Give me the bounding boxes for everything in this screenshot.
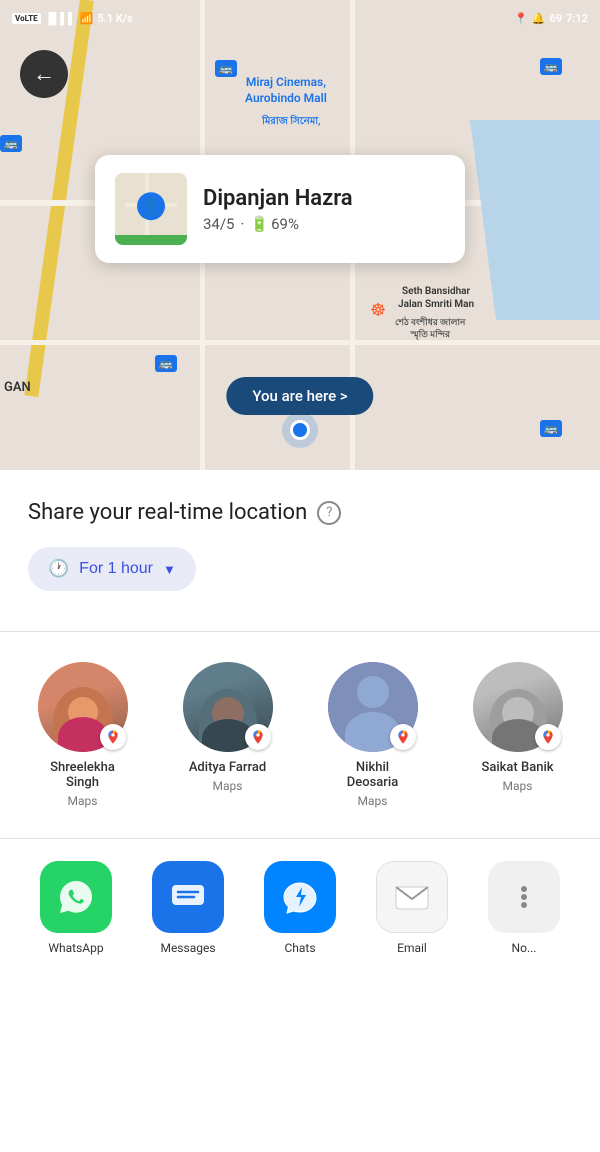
avatar-green-bar [115, 235, 187, 245]
more-icon [488, 861, 560, 933]
maps-badge-0 [100, 724, 126, 750]
status-left: VoLTE ▐▌▌▌ 📶 5.1 K/s [12, 12, 133, 25]
contact-avatar-1 [183, 662, 273, 752]
volte-badge: VoLTE [12, 13, 41, 24]
duration-button[interactable]: 🕐 For 1 hour ▼ [28, 547, 196, 591]
chats-icon [264, 861, 336, 933]
signal-strength: ▐▌▌▌ [45, 12, 76, 25]
contact-detail-card: 34/5 · 🔋 69% [203, 215, 353, 233]
app-item-chats[interactable]: Chats [264, 861, 336, 955]
whatsapp-icon [40, 861, 112, 933]
contact-avatar-card: 👤 [115, 173, 187, 245]
contacts-grid: ShreelekhaSingh Maps [0, 662, 600, 808]
map-temple-icon: ☸ [370, 300, 386, 321]
app-item-email[interactable]: Email [376, 861, 448, 955]
app-label-messages: Messages [160, 941, 215, 955]
avatar-map-bg: 👤 [115, 173, 187, 245]
map-road-h2 [0, 340, 600, 345]
location-info-card: 👤 Dipanjan Hazra 34/5 · 🔋 69% [95, 155, 465, 263]
notification-icon: 🔔 [532, 12, 546, 25]
duration-label: For 1 hour [79, 560, 153, 578]
contact-name-card: Dipanjan Hazra [203, 186, 353, 211]
maps-badge-1 [245, 724, 271, 750]
time-display: 7:12 [566, 12, 588, 25]
location-icon: 📍 [514, 12, 528, 25]
map-bus-5: 🚌 [540, 420, 562, 437]
battery-icon: 🔋 69% [250, 215, 299, 233]
speed-indicator: 5.1 K/s [97, 12, 132, 25]
dot-separator: · [240, 215, 244, 233]
contact-app-3: Maps [503, 779, 533, 793]
contact-score: 34/5 [203, 215, 234, 233]
app-item-more[interactable]: No... [488, 861, 560, 955]
contacts-section: ShreelekhaSingh Maps [0, 652, 600, 828]
contact-item-1[interactable]: Aditya Farrad Maps [183, 662, 273, 808]
map-place-seth: Seth BansidharJalan Smriti Man [398, 285, 474, 311]
clock-icon: 🕐 [48, 559, 69, 579]
status-bar: VoLTE ▐▌▌▌ 📶 5.1 K/s 📍 🔔 69 7:12 [0, 0, 600, 36]
contact-item-0[interactable]: ShreelekhaSingh Maps [38, 662, 128, 808]
contact-app-2: Maps [358, 794, 388, 808]
app-label-more: No... [512, 941, 537, 955]
contact-item-2[interactable]: NikhilDeosaria Maps [328, 662, 418, 808]
status-right: 📍 🔔 69 7:12 [514, 12, 588, 25]
map-bus-3: 🚌 [155, 355, 177, 372]
battery-level: 69 [550, 12, 563, 25]
you-are-here-label: You are here > [252, 387, 347, 405]
app-item-whatsapp[interactable]: WhatsApp [40, 861, 112, 955]
contact-avatar-0 [38, 662, 128, 752]
back-button[interactable]: ← [20, 50, 68, 98]
map-place-cinemas: Miraj Cinemas,Aurobindo Mall [245, 75, 327, 106]
map-place-cinemas-bn: মিরাজ সিনেমা, [262, 115, 321, 128]
contact-name-2: NikhilDeosaria [347, 760, 398, 790]
share-title-text: Share your real-time location [28, 500, 307, 525]
messages-icon [152, 861, 224, 933]
apps-grid: WhatsApp Messages Chats [10, 861, 590, 955]
battery-percent: 69% [271, 215, 299, 233]
location-dot [290, 420, 310, 440]
maps-badge-2 [390, 724, 416, 750]
map-place-seth-bn: শেঠ বংশীধর জালানস্মৃতি মন্দির [395, 318, 465, 341]
share-title: Share your real-time location ? [28, 500, 572, 525]
map-section: Miraj Cinemas,Aurobindo Mall মিরাজ সিনেম… [0, 0, 600, 470]
contact-item-3[interactable]: Saikat Banik Maps [473, 662, 563, 808]
wifi-icon: 📶 [80, 12, 94, 25]
app-label-chats: Chats [284, 941, 315, 955]
contact-avatar-3 [473, 662, 563, 752]
contact-name-0: ShreelekhaSingh [50, 760, 115, 790]
map-bus-4: 🚌 [540, 58, 562, 75]
map-bus-1: 🚌 [215, 60, 237, 77]
chevron-down-icon: ▼ [163, 562, 176, 577]
back-arrow-icon: ← [33, 61, 55, 87]
map-water-area [470, 120, 600, 320]
contact-avatar-2 [328, 662, 418, 752]
contact-name-3: Saikat Banik [481, 760, 553, 775]
help-icon[interactable]: ? [317, 501, 341, 525]
app-item-messages[interactable]: Messages [152, 861, 224, 955]
contact-name-1: Aditya Farrad [189, 760, 266, 775]
info-card-text: Dipanjan Hazra 34/5 · 🔋 69% [203, 186, 353, 233]
you-are-here-button[interactable]: You are here > [226, 377, 373, 415]
map-place-gan: GAN [4, 380, 31, 397]
contact-app-1: Maps [213, 779, 243, 793]
app-label-email: Email [397, 941, 427, 955]
app-label-whatsapp: WhatsApp [48, 941, 103, 955]
share-section: Share your real-time location ? 🕐 For 1 … [0, 470, 600, 611]
maps-badge-3 [535, 724, 561, 750]
email-icon [376, 861, 448, 933]
avatar-person-pin: 👤 [137, 192, 165, 220]
map-bus-2: 🚌 [0, 135, 22, 152]
apps-section: WhatsApp Messages Chats [0, 839, 600, 955]
contact-app-0: Maps [68, 794, 98, 808]
divider-1 [0, 631, 600, 632]
